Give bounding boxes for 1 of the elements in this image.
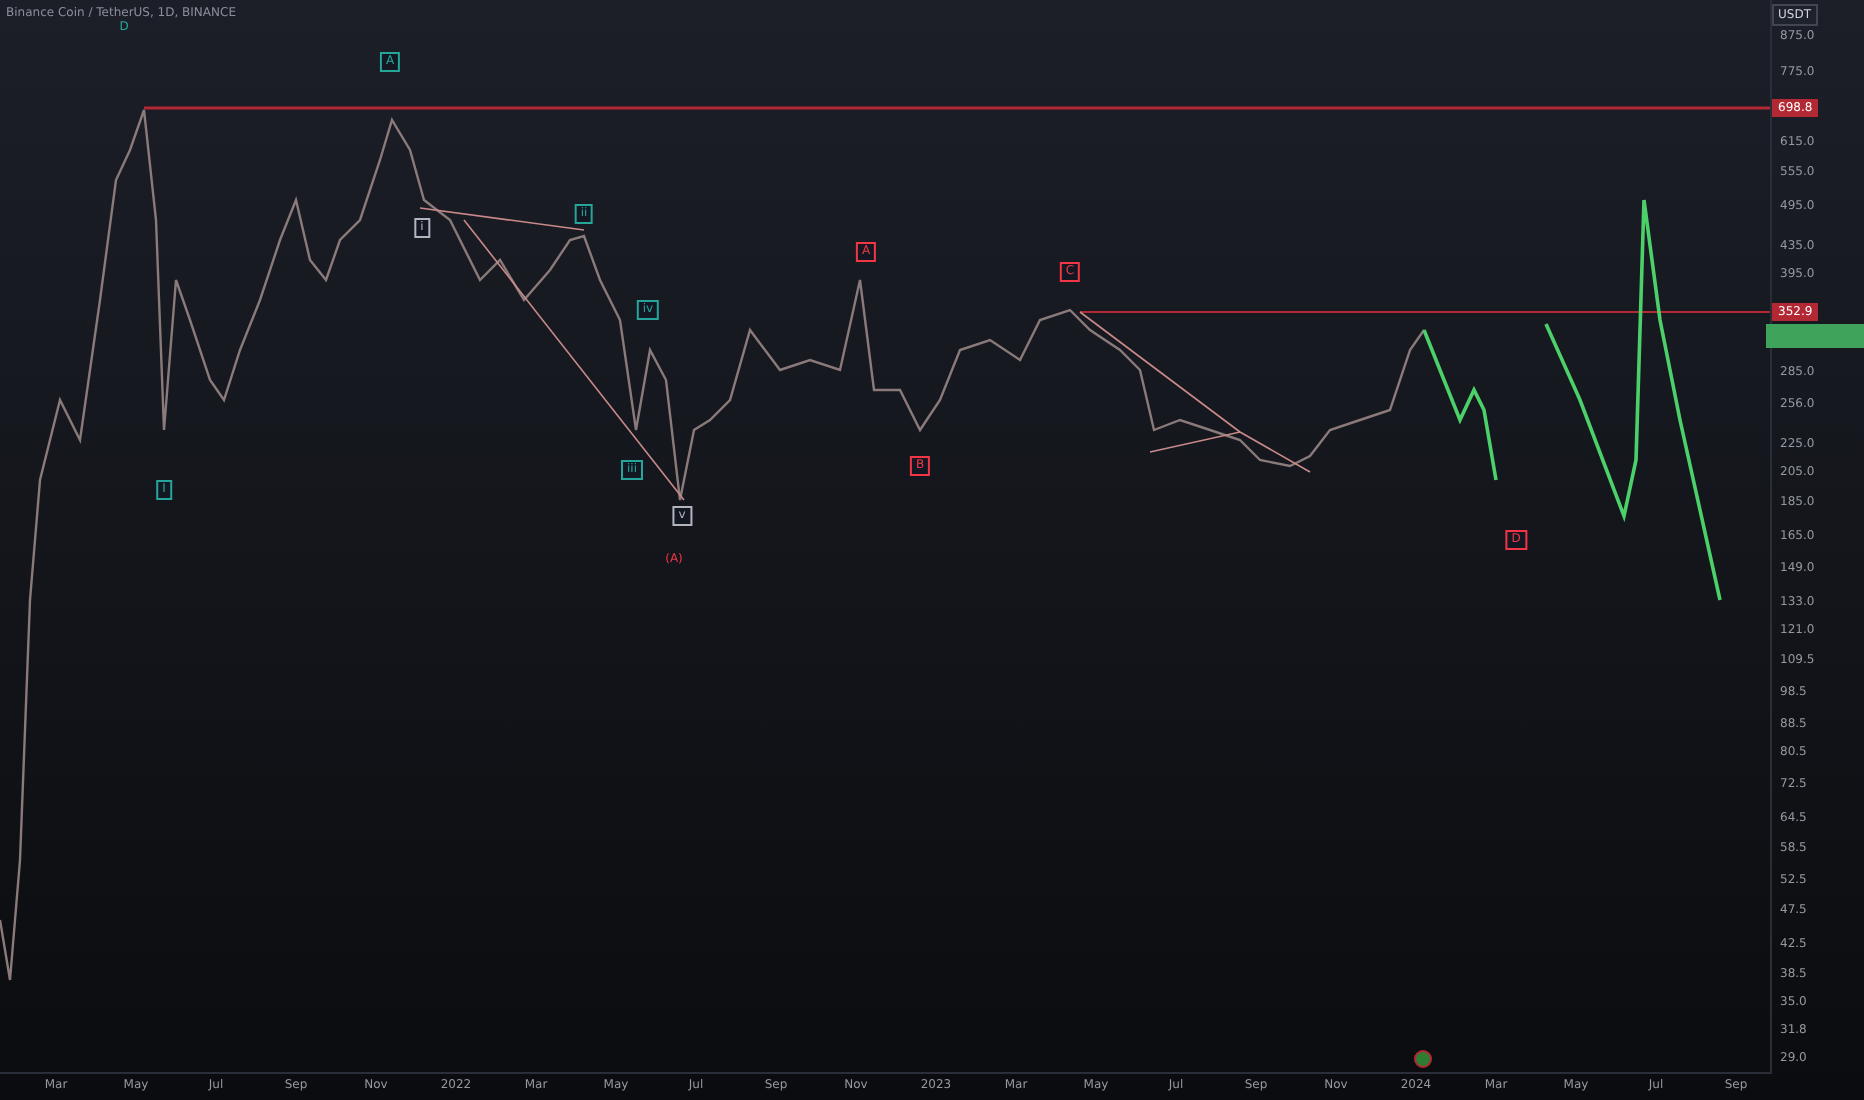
current-price-marker xyxy=(1766,324,1864,348)
